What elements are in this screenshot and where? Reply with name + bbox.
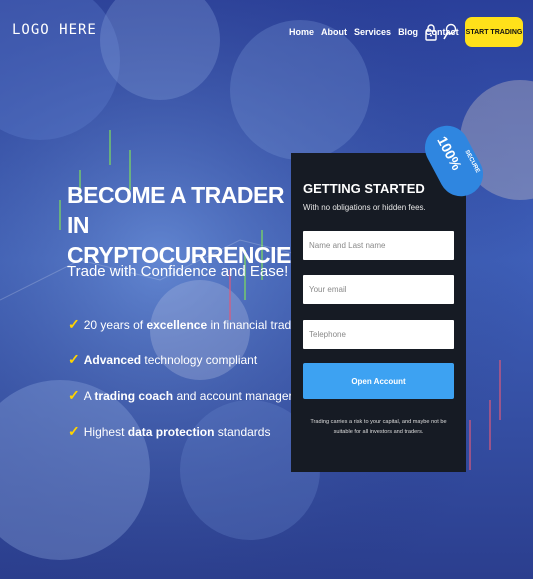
risk-disclaimer: Trading carries a risk to your capital, … xyxy=(310,419,447,435)
signup-form-card: GETTING STARTED With no obligations or h… xyxy=(291,153,466,472)
feature-text: 20 years of excellence in financial trad… xyxy=(83,317,308,332)
form-subtitle: With no obligations or hidden fees. xyxy=(303,203,426,212)
hero-title-line1: BECOME A TRADER IN xyxy=(67,182,284,238)
feature-text: A trading coach and account manager xyxy=(83,388,293,403)
name-field[interactable] xyxy=(303,231,454,260)
top-nav: LOGO HERE Home About Services Blog Conta… xyxy=(0,0,533,62)
nav-link-home[interactable]: Home xyxy=(289,27,314,37)
check-icon: ✓ xyxy=(68,351,80,367)
check-icon: ✓ xyxy=(68,387,80,403)
feature-item: ✓ A trading coach and account manager xyxy=(68,387,293,404)
nav-link-services[interactable]: Services xyxy=(354,27,391,37)
email-field[interactable] xyxy=(303,275,454,304)
hero-title: BECOME A TRADER IN CRYPTOCURRENCIES xyxy=(67,180,306,270)
nav-link-about[interactable]: About xyxy=(321,27,347,37)
badge-percent: 100% xyxy=(434,133,466,173)
feature-text: Advanced technology compliant xyxy=(83,352,258,367)
open-account-button[interactable]: Open Account xyxy=(303,363,454,399)
feature-item: ✓ 20 years of excellence in financial tr… xyxy=(68,316,307,333)
check-icon: ✓ xyxy=(68,423,80,439)
hero-tagline: Trade with Confidence and Ease! xyxy=(67,263,289,280)
search-icon[interactable] xyxy=(443,23,457,41)
feature-item: ✓ Advanced technology compliant xyxy=(68,351,257,368)
form-title: GETTING STARTED xyxy=(303,181,425,196)
check-icon: ✓ xyxy=(68,316,80,332)
start-trading-button[interactable]: START TRADING xyxy=(465,17,523,47)
nav-link-blog[interactable]: Blog xyxy=(398,27,418,37)
logo[interactable]: LOGO HERE xyxy=(12,22,97,38)
lock-icon[interactable] xyxy=(425,23,437,41)
telephone-field[interactable] xyxy=(303,320,454,349)
feature-text: Highest data protection standards xyxy=(83,424,271,439)
feature-item: ✓ Highest data protection standards xyxy=(68,423,270,440)
